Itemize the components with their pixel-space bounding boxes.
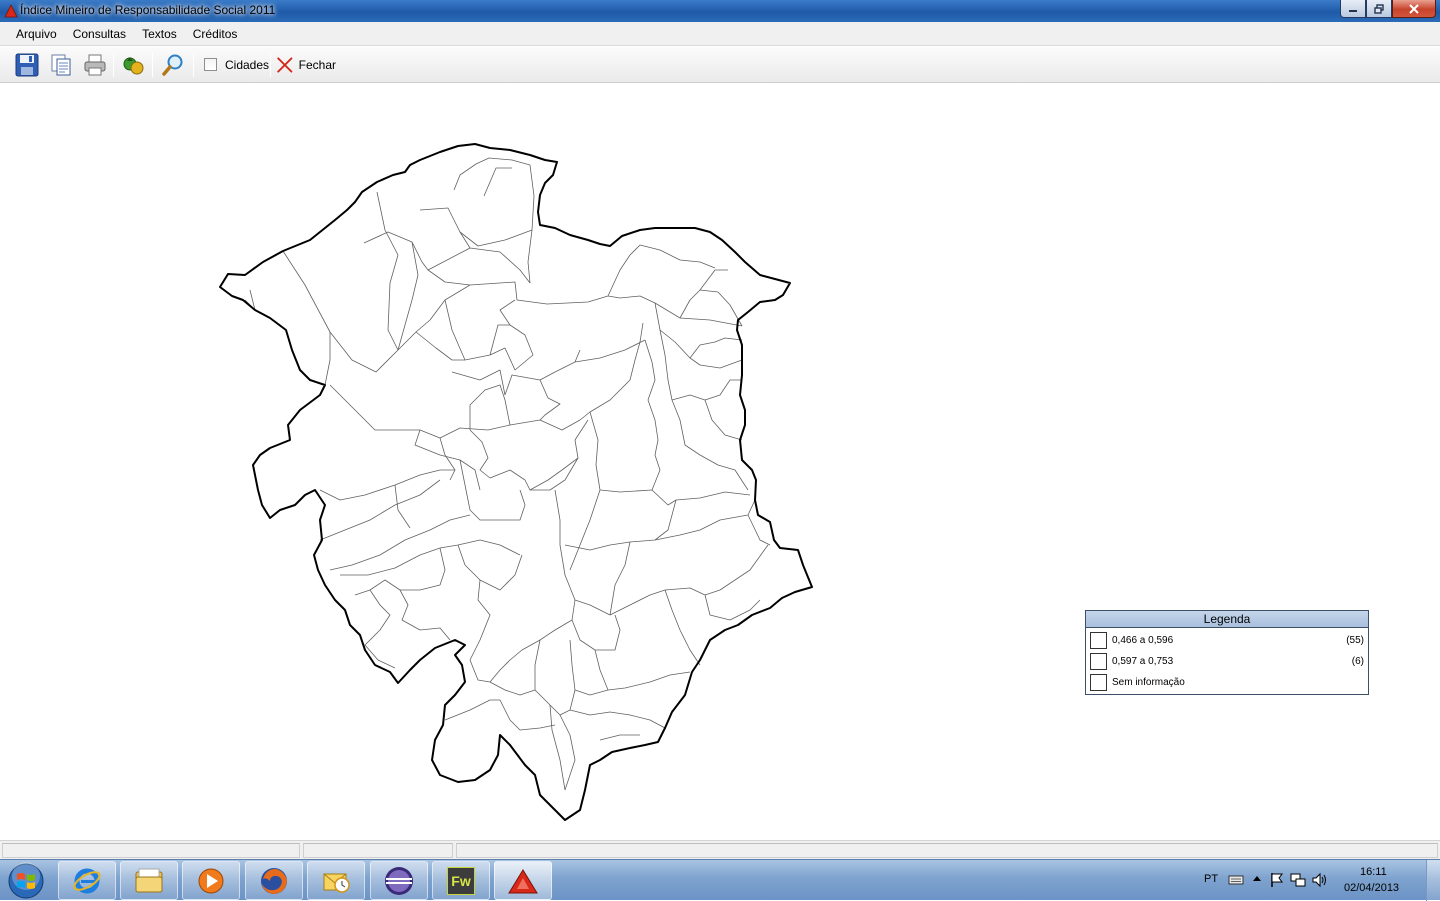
status-pane — [456, 843, 1438, 858]
zoom-icon — [162, 54, 183, 76]
legend-count: (55) — [1346, 635, 1364, 646]
legend-label: Sem informação — [1112, 677, 1185, 688]
status-bar — [0, 840, 1440, 859]
toolbar-separator — [193, 53, 194, 77]
status-pane — [2, 843, 300, 858]
legend-row: 0,597 a 0,753 (6) — [1090, 653, 1364, 671]
language-indicator[interactable]: PT — [1204, 873, 1218, 885]
maximize-button[interactable] — [1366, 0, 1392, 18]
save-icon — [15, 53, 39, 77]
map-legend: Legenda 0,466 a 0,596 (55) 0,597 a 0,753… — [1085, 610, 1369, 695]
minimize-button[interactable] — [1340, 0, 1366, 18]
cidades-label[interactable]: Cidades — [225, 58, 269, 72]
title-bar: Índice Mineiro de Responsabilidade Socia… — [0, 0, 1440, 22]
save-button[interactable] — [13, 51, 41, 79]
taskbar-fireworks[interactable]: Fw — [432, 861, 490, 900]
start-button[interactable] — [4, 861, 48, 901]
state-outline — [219, 143, 813, 821]
network-icon[interactable] — [1290, 872, 1306, 888]
legend-label: 0,466 a 0,596 — [1112, 635, 1174, 646]
window-title: Índice Mineiro de Responsabilidade Socia… — [20, 3, 276, 17]
windows-start-icon — [8, 862, 44, 899]
taskbar-ie[interactable] — [58, 861, 116, 900]
eclipse-icon — [385, 866, 413, 895]
menu-consultas[interactable]: Consultas — [65, 27, 134, 41]
outlook-icon — [323, 873, 350, 893]
refresh-button[interactable] — [119, 51, 147, 79]
toolbar-separator — [270, 53, 271, 77]
app-logo-icon — [4, 4, 18, 18]
close-x-icon — [277, 57, 293, 73]
action-center-flag-icon[interactable] — [1270, 872, 1284, 888]
copy-button[interactable] — [47, 51, 75, 79]
legend-row: 0,466 a 0,596 (55) — [1090, 632, 1364, 650]
volume-icon[interactable] — [1312, 872, 1328, 888]
media-player-icon — [198, 868, 224, 893]
toolbar: Cidades Fechar — [0, 47, 1440, 83]
fechar-button[interactable]: Fechar — [276, 51, 336, 79]
toolbar-separator — [152, 53, 153, 77]
close-icon — [1409, 3, 1419, 14]
fireworks-icon: Fw — [447, 866, 475, 895]
restore-icon — [1374, 3, 1384, 14]
show-hidden-icons-icon[interactable] — [1252, 874, 1262, 884]
legend-swatch — [1090, 632, 1107, 649]
fechar-label: Fechar — [298, 58, 336, 72]
imrs-app-icon — [508, 868, 538, 893]
copy-icon — [51, 54, 71, 76]
print-icon — [84, 54, 106, 76]
municipality-map[interactable] — [0, 84, 1440, 840]
cidades-checkbox[interactable] — [204, 58, 217, 71]
legend-label: 0,597 a 0,753 — [1112, 656, 1174, 667]
legend-row: Sem informação — [1090, 674, 1364, 692]
menu-arquivo[interactable]: Arquivo — [8, 27, 65, 41]
zoom-button[interactable] — [159, 51, 187, 79]
taskbar: Fw PT 16:11 02/04/2013 — [0, 859, 1440, 901]
refresh-icon — [123, 57, 144, 75]
windows-explorer-icon — [135, 868, 163, 892]
minimize-icon — [1349, 9, 1357, 12]
keyboard-icon[interactable] — [1228, 872, 1244, 886]
legend-count: (6) — [1351, 656, 1364, 667]
clock-time[interactable]: 16:11 — [1360, 866, 1387, 878]
taskbar-eclipse[interactable] — [370, 861, 428, 900]
clock-date[interactable]: 02/04/2013 — [1344, 882, 1399, 894]
toolbar-separator — [113, 53, 114, 77]
status-pane — [303, 843, 453, 858]
taskbar-imrs-app[interactable] — [494, 861, 552, 900]
system-tray: PT 16:11 02/04/2013 — [1190, 860, 1440, 901]
municipality-boundaries — [244, 157, 771, 791]
print-button[interactable] — [81, 51, 109, 79]
firefox-icon — [261, 867, 287, 894]
show-desktop-button[interactable] — [1426, 860, 1440, 901]
taskbar-explorer[interactable] — [120, 861, 178, 900]
legend-swatch — [1090, 674, 1107, 691]
menu-textos[interactable]: Textos — [134, 27, 185, 41]
close-button[interactable] — [1392, 0, 1436, 18]
legend-swatch — [1090, 653, 1107, 670]
menu-creditos[interactable]: Créditos — [185, 27, 246, 41]
internet-explorer-icon — [73, 868, 101, 893]
legend-title: Legenda — [1086, 611, 1368, 628]
taskbar-firefox[interactable] — [245, 861, 303, 900]
taskbar-media-player[interactable] — [182, 861, 240, 900]
menu-bar: Arquivo Consultas Textos Créditos — [0, 22, 1440, 46]
taskbar-outlook[interactable] — [307, 861, 365, 900]
